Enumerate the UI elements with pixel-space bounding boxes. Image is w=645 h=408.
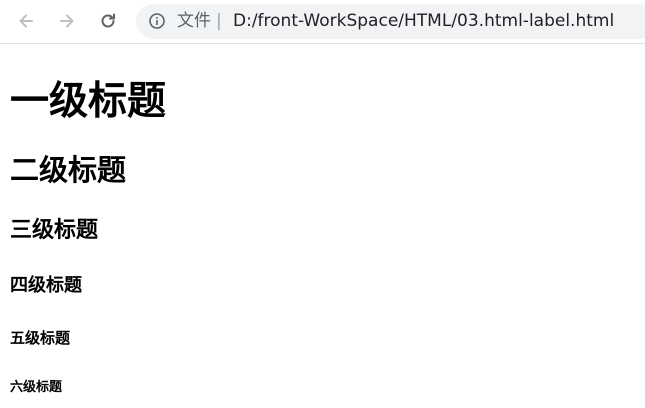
reload-icon: [101, 13, 115, 28]
heading-level-6: 六级标题: [10, 380, 63, 395]
scheme-label: 文件: [177, 11, 211, 31]
heading-level-3: 三级标题: [10, 218, 99, 243]
address-bar[interactable]: 文件 | D:/front-WorkSpace/HTML/03.html-lab…: [136, 4, 645, 39]
heading-level-5: 五级标题: [10, 329, 71, 347]
url-separator: |: [216, 11, 222, 31]
heading-level-2: 二级标题: [10, 153, 127, 187]
browser-toolbar: 文件 | D:/front-WorkSpace/HTML/03.html-lab…: [0, 0, 645, 44]
arrow-right-icon: [60, 14, 74, 28]
heading-level-1: 一级标题: [10, 79, 167, 124]
url-text[interactable]: D:/front-WorkSpace/HTML/03.html-label.ht…: [233, 10, 614, 32]
heading-level-4: 四级标题: [10, 275, 82, 296]
info-icon[interactable]: [149, 13, 165, 29]
arrow-left-icon: [19, 14, 33, 28]
forward-button[interactable]: [53, 7, 81, 35]
reload-button[interactable]: [94, 7, 122, 35]
back-button[interactable]: [12, 7, 40, 35]
